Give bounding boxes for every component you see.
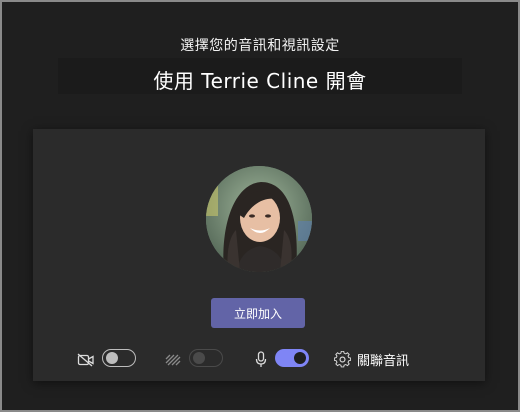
meeting-title: 使用 Terrie Cline 開會: [153, 69, 367, 93]
camera-off-icon[interactable]: [77, 353, 95, 367]
prejoin-subtitle: 選擇您的音訊和視訊設定: [180, 38, 340, 54]
camera-toggle[interactable]: [102, 349, 136, 367]
teams-prejoin-window: 選擇您的音訊和視訊設定 使用 Terrie Cline 開會 立即加入 關聯音訊: [0, 0, 520, 412]
background-blur-icon: [165, 354, 181, 366]
gear-icon[interactable]: [334, 351, 351, 368]
camera-toggle-knob: [106, 352, 118, 364]
avatar-photo: [206, 166, 312, 272]
background-effects-toggle: [189, 349, 223, 367]
microphone-icon[interactable]: [255, 351, 267, 368]
preview-panel: 立即加入 關聯音訊: [33, 129, 485, 381]
microphone-toggle[interactable]: [275, 349, 309, 367]
device-settings-label[interactable]: 關聯音訊: [357, 350, 409, 369]
avatar: [206, 166, 312, 272]
microphone-toggle-knob: [294, 352, 306, 364]
join-now-button[interactable]: 立即加入: [211, 298, 305, 328]
background-effects-toggle-knob: [193, 352, 205, 364]
